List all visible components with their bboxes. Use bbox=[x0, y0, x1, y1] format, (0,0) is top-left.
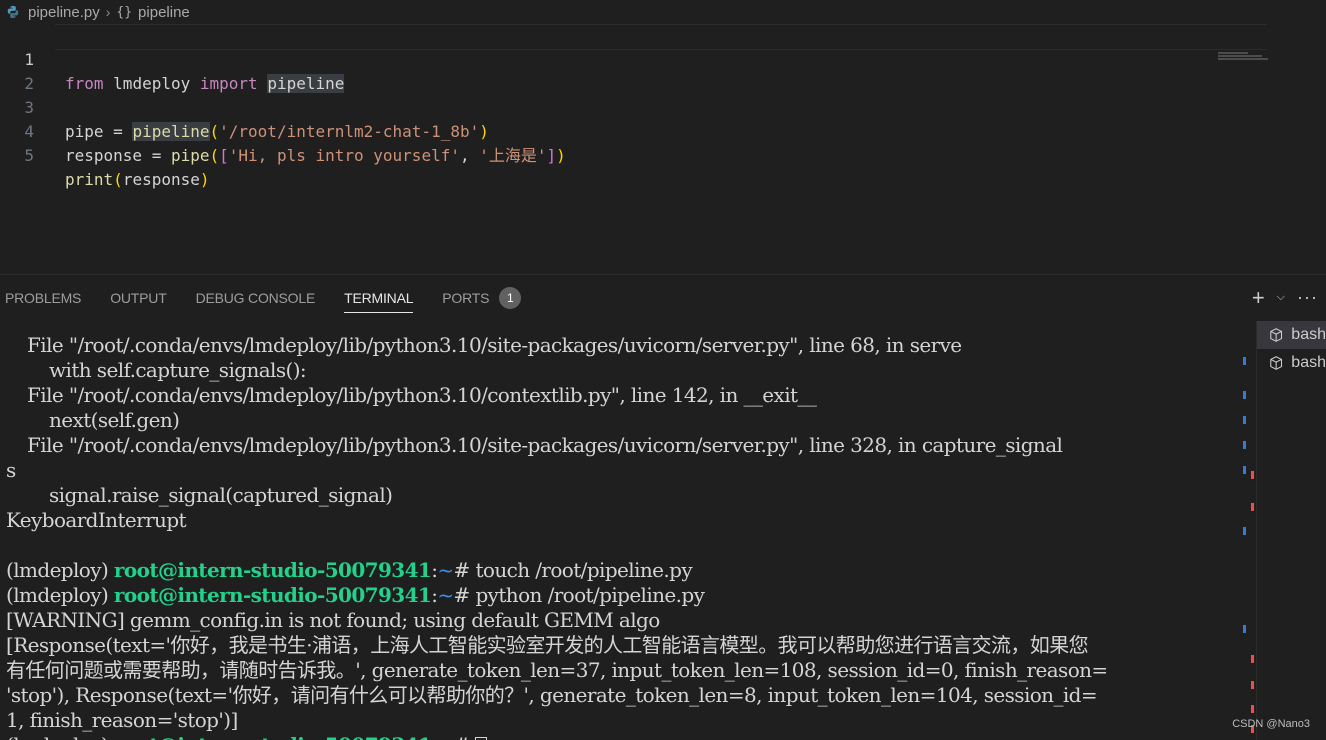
chevron-down-icon[interactable]: ⌵ bbox=[1277, 291, 1285, 304]
function-call: pipe bbox=[170, 146, 210, 165]
terminal-line: with self.capture_signals(): bbox=[49, 358, 307, 382]
code-line-2[interactable]: 2 bbox=[0, 48, 1270, 93]
terminal-output[interactable]: File "/root/.conda/envs/lmdeploy/lib/pyt… bbox=[0, 333, 1240, 740]
terminal-line: File "/root/.conda/envs/lmdeploy/lib/pyt… bbox=[27, 433, 1063, 457]
string-literal: 'Hi, pls intro yourself' bbox=[228, 146, 460, 165]
code-line-4[interactable]: 4 response = pipe(['Hi, pls intro yourse… bbox=[0, 96, 1270, 165]
comma: , bbox=[459, 146, 480, 165]
terminal-line: [Response(text='你好，我是书生·浦语，上海人工智能实验室开发的人… bbox=[6, 633, 1089, 657]
prompt-env: (lmdeploy) bbox=[6, 733, 114, 740]
paren: ) bbox=[199, 170, 210, 189]
terminal-instance[interactable]: bash bbox=[1257, 321, 1326, 349]
breadcrumb-symbol[interactable]: pipeline bbox=[138, 4, 190, 21]
chevron-right-icon: › bbox=[105, 4, 111, 20]
paren: ( bbox=[209, 146, 220, 165]
overview-ruler[interactable] bbox=[1240, 321, 1254, 740]
line-number: 5 bbox=[24, 146, 34, 165]
terminal-line: File "/root/.conda/envs/lmdeploy/lib/pyt… bbox=[27, 383, 817, 407]
prompt-env: (lmdeploy) bbox=[6, 558, 114, 582]
terminal-instance-list: bash bash bbox=[1256, 321, 1326, 740]
bracket: ] bbox=[546, 146, 557, 165]
code-editor[interactable]: 1 from lmdeploy import pipeline 2 3 pipe… bbox=[0, 24, 1326, 274]
terminal-line: signal.raise_signal(captured_signal) bbox=[49, 483, 393, 507]
prompt-dollar: # bbox=[453, 583, 476, 607]
terminal-line: 'stop'), Response(text='你好，请问有什么可以帮助你的？'… bbox=[6, 683, 1098, 707]
function-call: print bbox=[65, 170, 114, 189]
terminal-instance-label: bash bbox=[1291, 354, 1326, 371]
tab-ports-label: PORTS bbox=[442, 290, 490, 306]
terminal-line: [WARNING] gemm_config.in is not found; u… bbox=[6, 608, 660, 632]
operator: = bbox=[142, 146, 171, 165]
terminal-line: 1, finish_reason='stop')] bbox=[6, 708, 238, 732]
terminal-box-icon bbox=[1270, 356, 1283, 370]
bracket: [ bbox=[219, 146, 229, 165]
prompt-path: ~ bbox=[437, 583, 454, 607]
breadcrumb: pipeline.py › {} pipeline bbox=[0, 0, 1326, 24]
panel-actions: + ⌵ ··· bbox=[1252, 286, 1318, 308]
symbol-icon: {} bbox=[116, 4, 133, 20]
prompt-host: root@intern-studio-50079341 bbox=[113, 558, 432, 582]
ports-count-badge: 1 bbox=[499, 287, 522, 309]
terminal-line: next(self.gen) bbox=[49, 408, 180, 432]
code-line-5[interactable]: 5 print(response) bbox=[0, 120, 1270, 189]
tab-problems[interactable]: PROBLEMS bbox=[5, 275, 81, 321]
terminal-cursor bbox=[475, 736, 488, 740]
terminal-line: KeyboardInterrupt bbox=[6, 508, 187, 532]
prompt-host: root@intern-studio-50079341 bbox=[113, 583, 432, 607]
terminal-box-icon bbox=[1270, 328, 1283, 342]
python-file-icon bbox=[7, 5, 19, 19]
add-terminal-icon[interactable]: + bbox=[1252, 286, 1265, 308]
breadcrumb-file[interactable]: pipeline.py bbox=[28, 4, 100, 21]
prompt-dollar: # bbox=[453, 558, 476, 582]
prompt-path: ~ bbox=[437, 733, 454, 740]
terminal-prompt-line: (lmdeploy) root@intern-studio-50079341:~… bbox=[6, 583, 1240, 608]
minimap[interactable] bbox=[1218, 52, 1268, 64]
bottom-panel: PROBLEMS OUTPUT DEBUG CONSOLE TERMINAL P… bbox=[0, 274, 1326, 740]
terminal-command: touch /root/pipeline.py bbox=[475, 558, 693, 582]
code-line-1[interactable]: 1 from lmdeploy import pipeline bbox=[0, 24, 1270, 93]
terminal-line: s bbox=[6, 458, 16, 482]
paren: ) bbox=[556, 146, 566, 165]
terminal-instance[interactable]: bash bbox=[1257, 349, 1326, 377]
tab-terminal[interactable]: TERMINAL bbox=[344, 275, 413, 321]
tab-ports[interactable]: PORTS 1 bbox=[442, 275, 522, 321]
panel-tabs: PROBLEMS OUTPUT DEBUG CONSOLE TERMINAL P… bbox=[0, 275, 1326, 321]
terminal-instance-label: bash bbox=[1291, 326, 1326, 343]
variable: response bbox=[65, 146, 143, 165]
code-line-3[interactable]: 3 pipe = pipeline('/root/internlm2-chat-… bbox=[0, 72, 1270, 141]
more-actions-icon[interactable]: ··· bbox=[1297, 287, 1318, 308]
variable: response bbox=[122, 170, 200, 189]
terminal-prompt-line: (lmdeploy) root@intern-studio-50079341:~… bbox=[6, 558, 1240, 583]
tab-debug-console[interactable]: DEBUG CONSOLE bbox=[196, 275, 316, 321]
prompt-env: (lmdeploy) bbox=[6, 583, 114, 607]
terminal-line: 有任何问题或需要帮助，请随时告诉我。', generate_token_len=… bbox=[6, 658, 1108, 682]
tab-output[interactable]: OUTPUT bbox=[110, 275, 167, 321]
watermark: CSDN @Nano3 bbox=[1232, 718, 1310, 730]
prompt-dollar: # bbox=[454, 733, 476, 740]
paren: ( bbox=[113, 170, 123, 189]
prompt-host: root@intern-studio-50079341 bbox=[114, 733, 432, 740]
prompt-path: ~ bbox=[437, 558, 454, 582]
terminal-line: File "/root/.conda/envs/lmdeploy/lib/pyt… bbox=[27, 333, 962, 357]
terminal-prompt-line[interactable]: (lmdeploy) root@intern-studio-50079341:~… bbox=[6, 733, 1240, 740]
terminal-command: python /root/pipeline.py bbox=[475, 583, 705, 607]
string-literal: '上海是' bbox=[479, 146, 547, 165]
